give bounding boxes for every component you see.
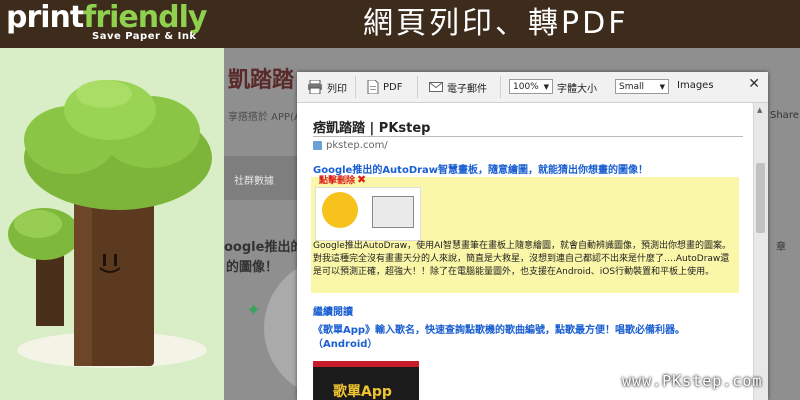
print-toolbar: 列印 PDF 電子郵件 100% ▼ 字體大小 Small ▼ Images ✕ — [297, 72, 768, 103]
printer-icon — [308, 80, 322, 94]
thumb-caption: 歌單App — [333, 384, 392, 400]
thumb-bar — [313, 361, 419, 367]
bg-subtitle: 享搭搭於 APP(A — [228, 112, 301, 123]
bg-site-title: 凱踏踏 — [228, 68, 295, 93]
print-button[interactable]: 列印 — [307, 79, 347, 95]
autodraw-screenshot-icon — [372, 196, 414, 228]
site-title-rule — [313, 136, 743, 137]
bg-body-line2: 的圖像！ — [226, 260, 279, 275]
chevron-down-icon: ▼ — [659, 83, 665, 91]
image-size-select[interactable]: Small ▼ — [615, 79, 669, 94]
site-url: pkstep.com/ — [326, 140, 388, 151]
close-icon[interactable]: ✕ — [748, 76, 760, 92]
zoom-select[interactable]: 100% ▼ — [509, 79, 553, 94]
zoom-select-value: 100% — [513, 82, 539, 92]
scrollbar-thumb[interactable] — [756, 163, 765, 233]
second-headline-link[interactable]: 《歌單App》輸入歌名，快速查詢點歌機的歌曲編號，點歌最方便！唱歌必備利器。（A… — [313, 324, 713, 352]
bg-nav-item: 社群數據 — [234, 176, 274, 187]
chevron-down-icon: ▼ — [543, 83, 549, 91]
email-button-label: 電子郵件 — [447, 83, 487, 95]
bg-share-label: Share — [770, 110, 799, 121]
delete-icon: ✖ — [357, 173, 367, 186]
print-button-label: 列印 — [327, 83, 347, 95]
logo-tagline: Save Paper & Ink — [92, 31, 197, 42]
bg-sparkle-icon: ✦ — [246, 300, 262, 321]
read-more-link[interactable]: 繼續閱讀 — [313, 303, 353, 318]
images-label: Images — [677, 80, 714, 91]
logo-friendly-text: friendly — [83, 0, 207, 35]
bg-body-line1: oogle推出的 — [224, 240, 304, 255]
envelope-icon — [429, 82, 443, 92]
pdf-button[interactable]: PDF — [367, 79, 402, 95]
logo-print-text: print — [6, 0, 84, 35]
printfriendly-logo: printfriendly — [6, 0, 207, 35]
pdf-button-label: PDF — [383, 81, 403, 93]
remove-element-badge[interactable]: 點擊刪除 ✖ — [319, 173, 366, 186]
toolbar-divider — [417, 76, 418, 98]
toolbar-divider — [355, 76, 356, 98]
watermark: www.PKstep.com — [622, 372, 763, 390]
favicon-icon — [313, 141, 322, 150]
preview-content: 痞凱踏踏 | PKstep pkstep.com/ Google推出的AutoD… — [297, 103, 768, 400]
second-article-thumbnail: 歌單App — [313, 361, 419, 400]
article-body: Google推出AutoDraw，使用AI智慧畫筆在畫板上隨意繪圖，就會自動辨識… — [313, 241, 731, 277]
tree-illustration — [0, 48, 224, 400]
banner-headline: 網頁列印、轉PDF — [363, 6, 629, 41]
toolbar-divider — [500, 76, 501, 98]
article-headline-link[interactable]: Google推出的AutoDraw智慧畫板，隨意繪圖，就能猜出你想畫的圖像！ — [313, 161, 743, 176]
font-size-label: 字體大小 — [557, 84, 597, 95]
pdf-file-icon — [367, 80, 379, 94]
email-button[interactable]: 電子郵件 — [429, 79, 487, 95]
preview-scrollbar[interactable]: ▲ — [753, 103, 768, 400]
remove-label: 點擊刪除 — [319, 176, 356, 186]
article-image — [315, 187, 421, 241]
print-preview-dialog: 列印 PDF 電子郵件 100% ▼ 字體大小 Small ▼ Images ✕… — [297, 72, 768, 400]
image-size-select-value: Small — [619, 82, 644, 92]
site-title: 痞凱踏踏 | PKstep — [313, 121, 431, 136]
autodraw-logo-icon — [322, 192, 358, 228]
header-banner: printfriendly Save Paper & Ink 網頁列印、轉PDF — [0, 0, 800, 48]
scroll-up-icon[interactable]: ▲ — [757, 106, 762, 114]
bg-right-label: 章 — [776, 242, 786, 253]
site-url-row: pkstep.com/ — [313, 140, 388, 151]
trees-graphic — [8, 80, 212, 368]
